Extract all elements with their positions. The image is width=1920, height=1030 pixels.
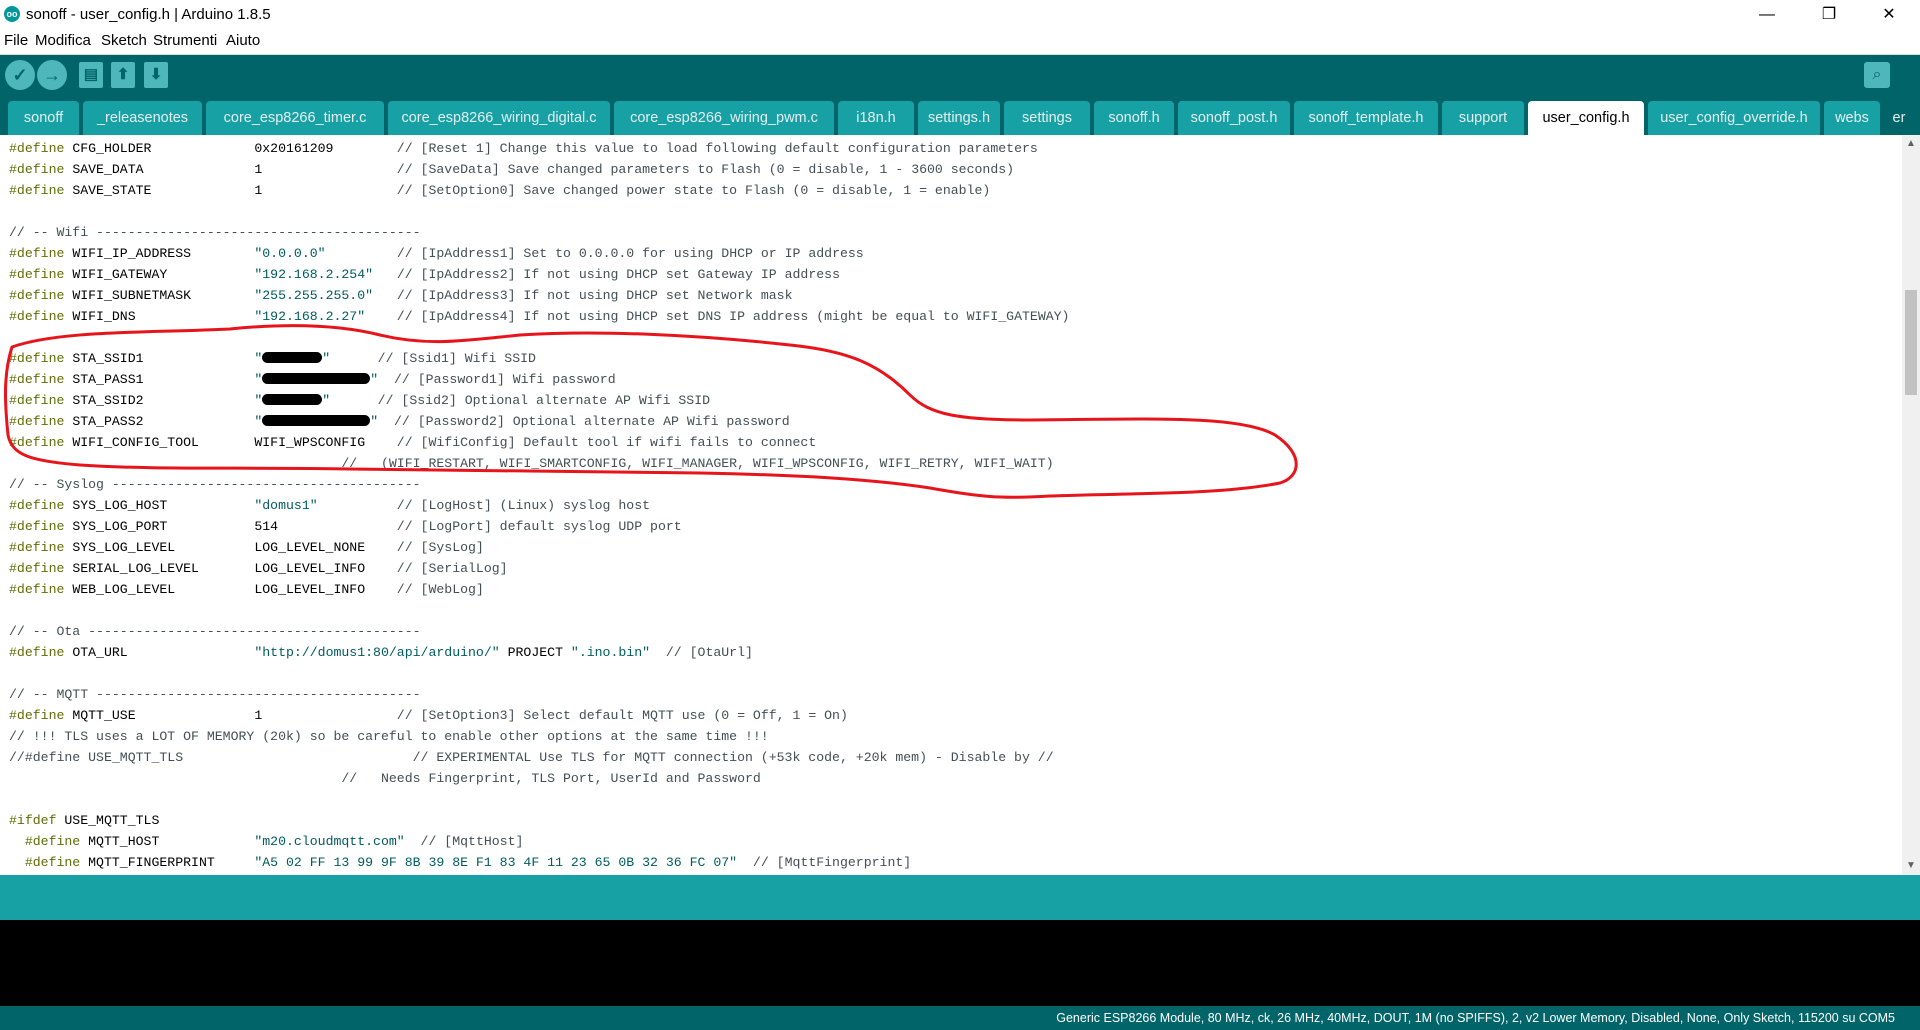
scroll-up-icon[interactable]: ▲ <box>1902 135 1920 153</box>
menu-bar: File Modifica Sketch Strumenti Aiuto <box>0 30 1920 55</box>
tab-bar: sonoff _releasenotes core_esp8266_timer.… <box>0 95 1920 135</box>
menu-file[interactable]: File <box>4 32 28 49</box>
tab-webs[interactable]: webs <box>1824 101 1880 135</box>
close-button[interactable]: ✕ <box>1866 0 1912 30</box>
vertical-scrollbar[interactable]: ▲ ▼ <box>1902 135 1920 875</box>
tab-i18n[interactable]: i18n.h <box>838 101 914 135</box>
maximize-button[interactable]: ❐ <box>1806 0 1852 30</box>
save-sketch-button[interactable]: ⬇ <box>144 62 168 88</box>
tab-sonoff[interactable]: sonoff <box>8 101 79 135</box>
status-bar: Generic ESP8266 Module, 80 MHz, ck, 26 M… <box>0 1006 1920 1030</box>
new-sketch-button[interactable]: ▤ <box>79 62 103 88</box>
arrow-right-icon: → <box>43 65 61 85</box>
arrow-down-icon: ⬇ <box>149 66 163 83</box>
tab-settings-h[interactable]: settings.h <box>918 101 1000 135</box>
message-area <box>0 875 1920 920</box>
tab-overflow[interactable]: er <box>1884 101 1914 135</box>
document-icon: ▤ <box>83 66 99 83</box>
menu-strumenti[interactable]: Strumenti <box>153 32 217 49</box>
tab-support[interactable]: support <box>1442 101 1524 135</box>
window-title: sonoff - user_config.h | Arduino 1.8.5 <box>26 6 271 23</box>
tab-releasenotes[interactable]: _releasenotes <box>83 101 202 135</box>
tab-core-esp8266-timer[interactable]: core_esp8266_timer.c <box>206 101 384 135</box>
red-freehand-annotation <box>4 324 1298 499</box>
menu-sketch[interactable]: Sketch <box>101 32 147 49</box>
check-icon: ✓ <box>12 65 28 85</box>
menu-modifica[interactable]: Modifica <box>35 32 91 49</box>
tab-sonoff-post[interactable]: sonoff_post.h <box>1178 101 1290 135</box>
upload-button[interactable]: → <box>37 60 67 90</box>
tab-sonoff-template[interactable]: sonoff_template.h <box>1294 101 1438 135</box>
tab-settings[interactable]: settings <box>1004 101 1090 135</box>
tab-core-esp8266-wiring-digital[interactable]: core_esp8266_wiring_digital.c <box>388 101 610 135</box>
open-sketch-button[interactable]: ⬆ <box>111 62 135 88</box>
scroll-down-icon[interactable]: ▼ <box>1902 857 1920 875</box>
tab-core-esp8266-wiring-pwm[interactable]: core_esp8266_wiring_pwm.c <box>614 101 834 135</box>
code-editor[interactable]: #define CFG_HOLDER 0x20161209 // [Reset … <box>0 135 1902 875</box>
arduino-logo-icon: oo <box>4 6 20 22</box>
board-info: Generic ESP8266 Module, 80 MHz, ck, 26 M… <box>1056 1011 1895 1025</box>
minimize-button[interactable]: — <box>1744 0 1790 30</box>
tab-user-config-override[interactable]: user_config_override.h <box>1648 101 1820 135</box>
title-bar: oo sonoff - user_config.h | Arduino 1.8.… <box>0 0 1920 30</box>
output-console[interactable] <box>0 920 1920 1006</box>
annotation-circle <box>4 324 1298 499</box>
magnifier-icon: ⌕ <box>1872 66 1882 83</box>
scrollbar-thumb[interactable] <box>1905 290 1917 395</box>
tab-user-config[interactable]: user_config.h <box>1528 101 1644 135</box>
serial-monitor-button[interactable]: ⌕ <box>1864 62 1890 88</box>
menu-aiuto[interactable]: Aiuto <box>226 32 260 49</box>
verify-button[interactable]: ✓ <box>5 60 35 90</box>
arrow-up-icon: ⬆ <box>116 66 130 83</box>
toolbar: ✓ → ▤ ⬆ ⬇ <box>0 55 1920 95</box>
tab-sonoff-h[interactable]: sonoff.h <box>1094 101 1174 135</box>
